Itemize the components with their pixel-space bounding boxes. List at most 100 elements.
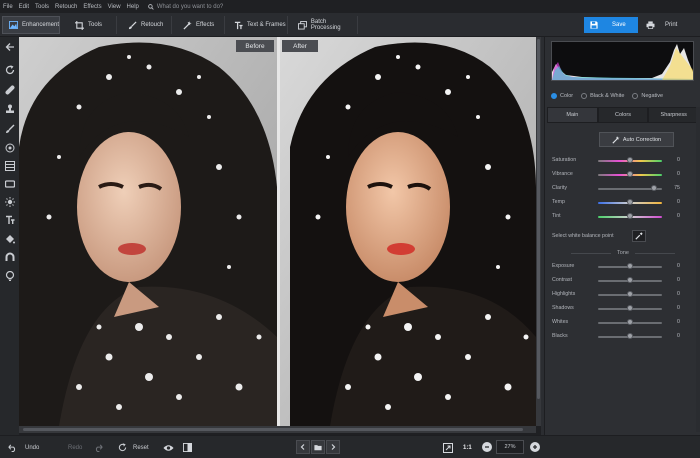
menu-retouch[interactable]: Retouch <box>52 4 80 10</box>
tilt-shift-tool[interactable] <box>3 269 16 282</box>
saturation-knob[interactable] <box>627 157 633 163</box>
after-label: After <box>282 40 318 52</box>
slider-label: Highlights <box>552 291 576 297</box>
tab-tools[interactable]: Tools <box>69 16 117 34</box>
slider-label: Blacks <box>552 333 568 339</box>
brush-tool[interactable] <box>3 122 16 135</box>
horizontal-scrollbar[interactable] <box>19 426 536 433</box>
zoom-in-button[interactable] <box>530 442 540 452</box>
shadows-knob[interactable] <box>627 305 633 311</box>
panel-scrollbar[interactable] <box>696 107 700 432</box>
minus-icon <box>485 446 489 448</box>
sun-icon <box>4 196 15 207</box>
vibrance-knob[interactable] <box>627 171 633 177</box>
auto-correction-label: Auto Correction <box>622 136 662 143</box>
bottom-bar: Undo Redo Reset 1:1 27% <box>0 435 700 458</box>
whites-knob[interactable] <box>627 319 633 325</box>
tint-knob[interactable] <box>627 213 633 219</box>
menu-effects[interactable]: Effects <box>80 4 104 10</box>
light-tool[interactable] <box>3 195 16 208</box>
back-tool[interactable] <box>3 40 16 53</box>
undo-button[interactable]: Undo <box>8 436 39 458</box>
radio-unselected[interactable] <box>632 93 639 99</box>
tab-colors[interactable]: Colors <box>597 107 649 123</box>
slider-label: Contrast <box>552 277 573 283</box>
tab-batch-processing[interactable]: Batch Processing <box>292 16 358 34</box>
rectangle-icon <box>4 179 15 188</box>
blacks-knob[interactable] <box>627 333 633 339</box>
redo-button[interactable]: Redo <box>68 436 104 458</box>
red-eye-tool[interactable] <box>3 141 16 154</box>
browse-folder-button[interactable] <box>311 440 325 454</box>
fill-tool[interactable] <box>3 232 16 245</box>
healing-tool[interactable] <box>3 83 16 96</box>
menu-edit[interactable]: Edit <box>16 4 32 10</box>
brush-icon <box>128 20 137 29</box>
zoom-out-button[interactable] <box>482 442 492 452</box>
auto-correction-button[interactable]: Auto Correction <box>599 132 674 147</box>
tab-enhancement[interactable]: Enhancement <box>2 16 60 34</box>
mode-bw-label: Black & White <box>590 93 625 99</box>
command-search[interactable]: What do you want to do? <box>148 4 223 10</box>
exposure-knob[interactable] <box>627 263 633 269</box>
fit-to-screen-button[interactable] <box>443 436 453 458</box>
frame-tool[interactable] <box>3 177 16 190</box>
slider-value: 0 <box>677 305 680 311</box>
menu-bar: File Edit Tools Retouch Effects View Hel… <box>0 0 700 13</box>
menu-tools[interactable]: Tools <box>32 4 52 10</box>
gradient-tool[interactable] <box>3 159 16 172</box>
radio-unselected[interactable] <box>581 93 588 99</box>
enhancement-icon <box>9 21 18 29</box>
lasso-tool[interactable] <box>3 250 16 263</box>
preview-toggle[interactable] <box>163 436 174 458</box>
mode-black-white[interactable]: Black & White <box>581 93 624 99</box>
folder-icon <box>314 444 322 450</box>
mode-negative[interactable]: Negative <box>632 93 663 99</box>
menu-view[interactable]: View <box>105 4 124 10</box>
compare-toggle[interactable] <box>183 436 192 458</box>
eyedropper-button[interactable] <box>632 230 646 242</box>
stamp-icon <box>5 104 14 113</box>
clone-stamp-tool[interactable] <box>3 102 16 115</box>
menu-file[interactable]: File <box>0 4 16 10</box>
next-image-button[interactable] <box>326 440 340 454</box>
tab-retouch[interactable]: Retouch <box>122 16 172 34</box>
slider-value: 0 <box>677 157 680 163</box>
slider-label: Tint <box>552 213 561 219</box>
contrast-slider-row: Contrast 0 <box>552 276 697 286</box>
blacks-slider-row: Blacks 0 <box>552 332 697 342</box>
save-button[interactable]: Save <box>584 17 638 33</box>
rotate-tool[interactable] <box>3 63 16 76</box>
text-tool[interactable] <box>3 213 16 226</box>
scroll-thumb[interactable] <box>23 428 523 431</box>
clarity-slider-row: Clarity 75 <box>552 184 697 194</box>
slider-value: 0 <box>677 199 680 205</box>
tab-text-frames[interactable]: Text & Frames <box>228 16 288 34</box>
previous-image-button[interactable] <box>296 440 310 454</box>
tab-sharpness[interactable]: Sharpness <box>648 107 700 123</box>
paint-bucket-icon <box>5 234 15 243</box>
reset-label: Reset <box>133 444 149 451</box>
magnet-icon <box>5 252 14 261</box>
mode-color[interactable]: Color <box>551 93 573 99</box>
save-label: Save <box>612 22 626 28</box>
tab-main[interactable]: Main <box>547 107 598 123</box>
radio-selected[interactable] <box>551 93 557 99</box>
contrast-knob[interactable] <box>627 277 633 283</box>
reset-button[interactable]: Reset <box>118 436 149 458</box>
print-label: Print <box>665 22 678 28</box>
vertical-scrollbar[interactable] <box>536 37 541 426</box>
tab-effects[interactable]: Effects <box>177 16 225 34</box>
temp-knob[interactable] <box>627 199 633 205</box>
image-canvas[interactable]: Before After <box>19 37 541 435</box>
slider-value: 75 <box>674 185 680 191</box>
scroll-thumb[interactable] <box>537 39 540 399</box>
clarity-knob[interactable] <box>651 185 658 191</box>
plus-icon <box>533 445 537 449</box>
highlights-knob[interactable] <box>627 291 633 297</box>
zoom-level-field[interactable]: 27% <box>496 440 524 454</box>
actual-size-button[interactable]: 1:1 <box>463 436 472 458</box>
print-button[interactable]: Print <box>640 17 696 33</box>
printer-icon <box>646 21 655 29</box>
menu-help[interactable]: Help <box>124 4 142 10</box>
